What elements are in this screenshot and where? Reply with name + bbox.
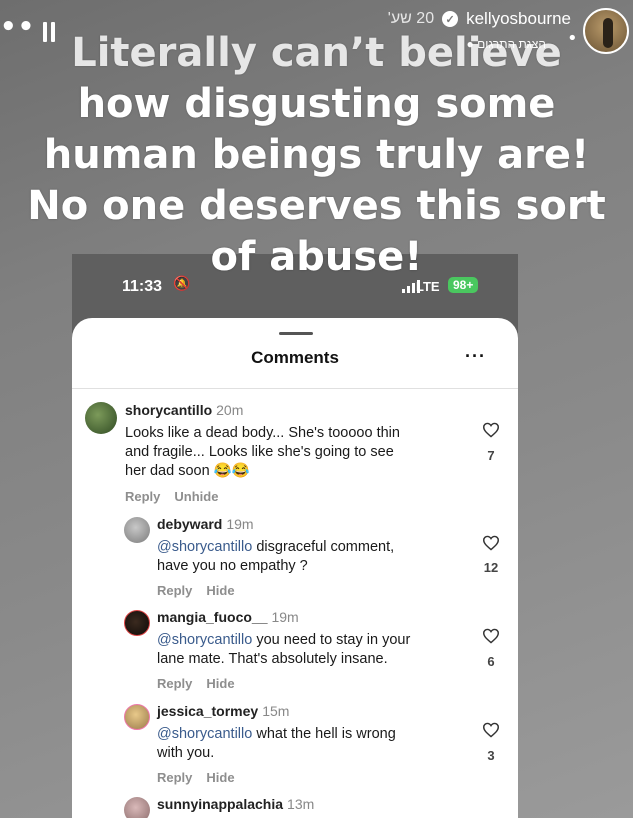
heart-icon[interactable]: [482, 722, 500, 738]
reply-button[interactable]: Reply: [157, 770, 192, 785]
comment-line: have you no empathy ?: [157, 558, 308, 574]
avatar[interactable]: [124, 610, 150, 636]
comment-line: Looks like a dead body... She's tooooo t…: [125, 425, 400, 441]
like-count: 7: [487, 448, 495, 463]
comment-username[interactable]: debyward 19m: [157, 516, 254, 532]
sheet-grabber[interactable]: [279, 332, 313, 335]
comment-text: Looks like a dead body... She's tooooo t…: [125, 424, 455, 481]
comments-sheet: Comments ··· shorycantillo 20m Looks like…: [72, 318, 518, 818]
hide-button[interactable]: Hide: [206, 770, 234, 785]
avatar[interactable]: [124, 517, 150, 543]
caption-line: human beings truly are!: [43, 132, 590, 178]
heart-icon[interactable]: [482, 535, 500, 551]
comment-line: her dad soon 😂😂: [125, 463, 250, 479]
comment-time: 19m: [271, 609, 299, 625]
story-time: 20 שע': [387, 10, 435, 27]
story-user-row[interactable]: 20 שע' ✓ kellyosbourne: [388, 9, 571, 29]
like-count: 6: [487, 654, 495, 669]
comment-username[interactable]: shorycantillo 20m: [125, 402, 243, 418]
comment-time: 15m: [262, 703, 290, 719]
comment-username[interactable]: mangia_fuoco__ 19m: [157, 609, 299, 625]
caption-line: No one deserves this sort: [27, 183, 606, 229]
divider: [72, 388, 518, 389]
avatar[interactable]: [85, 402, 117, 434]
comment-line: what the hell is wrong: [256, 726, 396, 742]
heart-icon[interactable]: [482, 628, 500, 644]
mention-link[interactable]: @shorycantillo: [157, 632, 252, 648]
username-text[interactable]: mangia_fuoco__: [157, 609, 267, 625]
story-caption: Literally can’t believe how disgusting s…: [0, 28, 633, 283]
comments-title: Comments: [251, 348, 339, 367]
reply-button[interactable]: Reply: [157, 676, 192, 691]
mention-link[interactable]: @shorycantillo: [157, 539, 252, 555]
username-text[interactable]: shorycantillo: [125, 402, 212, 418]
username-text[interactable]: sunnyinappalachia: [157, 796, 283, 812]
caption-line: of abuse!: [210, 234, 423, 280]
like-count: 12: [483, 560, 499, 575]
comment-actions: Reply Hide: [157, 583, 249, 598]
unhide-button[interactable]: Unhide: [174, 489, 218, 504]
comment-line: disgraceful comment,: [256, 539, 395, 555]
comment-text: @shorycantillo what the hell is wrong wi…: [157, 725, 467, 763]
ellipsis-icon[interactable]: ···: [465, 346, 486, 367]
comment-line: you need to stay in your: [256, 632, 411, 648]
hide-button[interactable]: Hide: [206, 676, 234, 691]
hide-button[interactable]: Hide: [206, 583, 234, 598]
verified-badge-icon: ✓: [442, 11, 459, 27]
reply-button[interactable]: Reply: [157, 583, 192, 598]
reply-button[interactable]: Reply: [125, 489, 160, 504]
caption-line: Literally can’t believe: [71, 30, 562, 76]
comment-line: lane mate. That's absolutely insane.: [157, 651, 388, 667]
comment-username[interactable]: sunnyinappalachia 13m: [157, 796, 314, 812]
heart-icon[interactable]: [482, 422, 500, 438]
comment-username[interactable]: jessica_tormey 15m: [157, 703, 289, 719]
comment-actions: Reply Hide: [157, 676, 249, 691]
comment-text: @shorycantillo you need to stay in your …: [157, 631, 477, 669]
like-count: 3: [487, 748, 495, 763]
comment-actions: Reply Unhide: [125, 489, 232, 504]
comment-time: 19m: [226, 516, 254, 532]
comment-time: 20m: [216, 402, 244, 418]
comment-line: and fragile... Looks like she's going to…: [125, 444, 394, 460]
mention-link[interactable]: @shorycantillo: [157, 726, 252, 742]
comment-text: @shorycantillo disgraceful comment, have…: [157, 538, 467, 576]
username-text[interactable]: jessica_tormey: [157, 703, 258, 719]
comment-actions: Reply Hide: [157, 770, 249, 785]
avatar[interactable]: [124, 797, 150, 818]
comment-time: 13m: [287, 796, 315, 812]
caption-line: how disgusting some: [77, 81, 556, 127]
comment-line: with you.: [157, 745, 215, 761]
username-text[interactable]: debyward: [157, 516, 222, 532]
story-username[interactable]: kellyosbourne: [466, 9, 571, 29]
embedded-phone-screenshot: 11:33 🔕 LTE 98+ Comments ··· shorycantil…: [72, 254, 518, 818]
avatar[interactable]: [124, 704, 150, 730]
